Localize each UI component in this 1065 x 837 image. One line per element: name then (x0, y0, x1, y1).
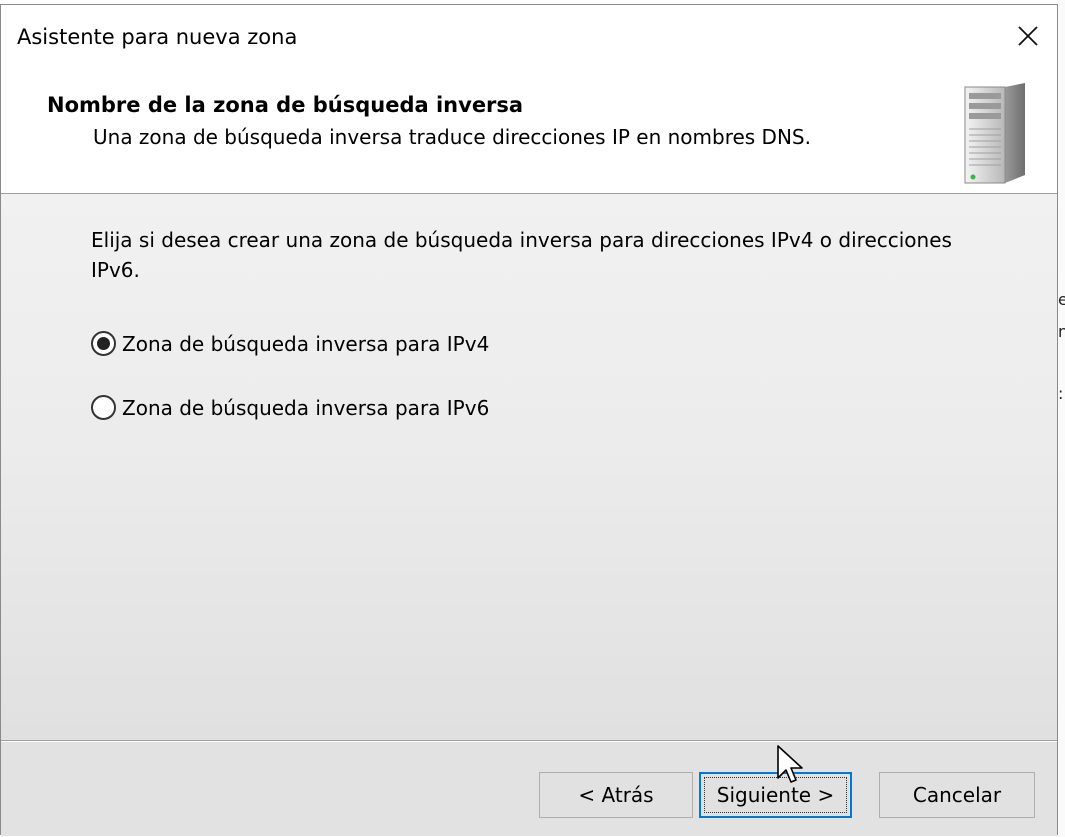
back-button[interactable]: < Atrás (539, 772, 693, 818)
title-bar: Asistente para nueva zona (1, 5, 1057, 67)
background-text-fragment: : (1058, 384, 1064, 403)
ipv6-radio[interactable] (91, 395, 116, 420)
background-window-edge (1058, 0, 1065, 837)
instruction-text: Elija si desea crear una zona de búsqued… (91, 228, 952, 282)
window-title: Asistente para nueva zona (17, 25, 298, 49)
wizard-footer: < Atrás Siguiente > Cancelar (1, 742, 1057, 836)
mouse-cursor-icon (777, 745, 803, 783)
wizard-body: Elija si desea crear una zona de búsqued… (1, 195, 1057, 740)
ipv6-option[interactable]: Zona de búsqueda inversa para IPv6 (91, 395, 489, 420)
page-title: Nombre de la zona de búsqueda inversa (47, 93, 524, 117)
wizard-header: Nombre de la zona de búsqueda inversa Un… (1, 67, 1057, 194)
page-subtitle: Una zona de búsqueda inversa traduce dir… (93, 125, 811, 149)
close-icon (1018, 26, 1038, 46)
ipv4-option-label: Zona de búsqueda inversa para IPv4 (122, 331, 490, 356)
background-text-fragment: e (1058, 290, 1065, 309)
server-icon (964, 83, 1025, 184)
new-zone-wizard-dialog: Asistente para nueva zona Nombre de la z… (0, 4, 1058, 836)
ipv4-option[interactable]: Zona de búsqueda inversa para IPv4 (91, 331, 489, 356)
ipv6-option-label: Zona de búsqueda inversa para IPv6 (122, 395, 490, 420)
radio-selected-dot (97, 337, 110, 350)
background-text-fragment: n (1058, 322, 1065, 341)
cancel-button[interactable]: Cancelar (879, 772, 1035, 818)
close-button[interactable] (1005, 13, 1051, 59)
ipv4-radio[interactable] (91, 331, 116, 356)
